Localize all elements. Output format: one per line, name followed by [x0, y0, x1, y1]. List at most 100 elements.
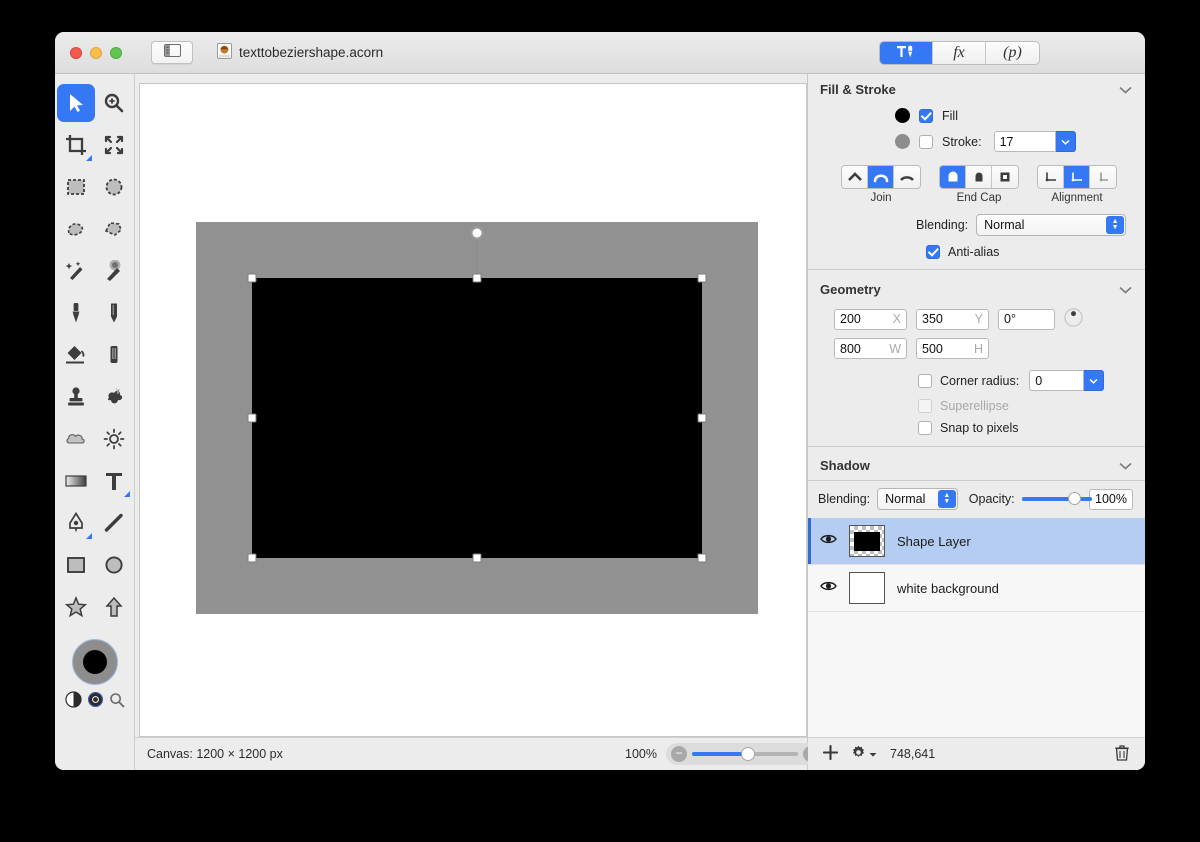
selection-handle-bottom-right[interactable]	[697, 553, 707, 563]
palette-inspector-segment[interactable]: (p)	[986, 42, 1039, 64]
butt-cap-icon[interactable]	[966, 166, 992, 188]
rectangle-tool[interactable]	[57, 546, 95, 584]
fill-color-swatch[interactable]	[895, 108, 910, 123]
fill-checkbox[interactable]	[919, 108, 933, 123]
zoom-slider-track[interactable]	[691, 747, 798, 761]
star-tool[interactable]	[57, 588, 95, 626]
pencil-tool[interactable]	[95, 294, 133, 332]
geometry-w-input[interactable]: 800 W	[834, 338, 907, 359]
ellipse-tool[interactable]	[95, 546, 133, 584]
shadow-opacity-knob[interactable]	[1068, 492, 1082, 505]
bezier-pen-tool[interactable]	[57, 504, 95, 542]
antialias-checkbox[interactable]	[926, 245, 940, 259]
crop-tool[interactable]	[57, 126, 95, 164]
clone-stamp-tool[interactable]	[57, 378, 95, 416]
fill-color-swatch[interactable]	[82, 650, 107, 674]
chevron-down-small-icon[interactable]	[869, 747, 877, 761]
paint-bucket-tool[interactable]	[57, 336, 95, 374]
geometry-rotation-input[interactable]: 0°	[998, 308, 1055, 330]
selection-handle-middle-left[interactable]	[247, 413, 257, 423]
end-cap-button-group[interactable]	[939, 165, 1019, 189]
selection-handle-top-right[interactable]	[697, 273, 707, 283]
selection-handle-top-center[interactable]	[472, 273, 482, 283]
stroke-width-stepper[interactable]	[1055, 131, 1076, 152]
smudge-tool[interactable]	[95, 378, 133, 416]
corner-radius-checkbox[interactable]	[918, 373, 932, 388]
rotation-handle[interactable]	[470, 226, 484, 240]
stroke-checkbox[interactable]	[919, 134, 933, 149]
polygon-lasso-tool[interactable]	[95, 210, 133, 248]
gear-menu-icon[interactable]	[851, 745, 866, 763]
geometry-x-input[interactable]: 200 X	[834, 308, 907, 330]
text-tool[interactable]	[95, 462, 133, 500]
shadow-blending-popup[interactable]: Normal ▲ ▼	[877, 488, 958, 510]
align-outer-icon[interactable]	[1090, 166, 1116, 188]
selection-handle-bottom-center[interactable]	[472, 553, 482, 563]
line-tool[interactable]	[95, 504, 133, 542]
selection-handle-bottom-left[interactable]	[247, 553, 257, 563]
round-join-icon[interactable]	[868, 166, 894, 188]
chevron-down-icon[interactable]	[1119, 458, 1132, 473]
burn-tool[interactable]	[95, 420, 133, 458]
eye-icon[interactable]	[820, 532, 837, 550]
corner-radius-stepper[interactable]	[1084, 370, 1105, 391]
fill-blending-popup[interactable]: Normal ▲ ▼	[976, 214, 1127, 236]
reset-colors-icon[interactable]	[87, 691, 103, 712]
popup-arrows-icon[interactable]: ▲ ▼	[1106, 216, 1125, 234]
bevel-join-icon[interactable]	[894, 166, 920, 188]
move-tool[interactable]	[56, 84, 95, 122]
artboard[interactable]	[196, 222, 758, 614]
close-button[interactable]	[70, 46, 82, 59]
snap-to-pixels-checkbox[interactable]	[918, 421, 932, 435]
filters-inspector-segment[interactable]: fx	[933, 42, 986, 64]
inspector-segmented-control[interactable]: fx (p)	[879, 41, 1040, 65]
brush-tool[interactable]	[57, 294, 95, 332]
fill-stroke-section-header[interactable]: Fill & Stroke	[808, 74, 1145, 104]
shadow-section-header[interactable]: Shadow	[808, 450, 1145, 480]
alignment-button-group[interactable]	[1037, 165, 1117, 189]
join-button-group[interactable]	[841, 165, 921, 189]
stroke-width-input[interactable]: 17	[993, 131, 1056, 152]
zoom-slider[interactable]: − +	[665, 743, 824, 765]
sidebar-toggle-button[interactable]	[151, 41, 193, 64]
miter-join-icon[interactable]	[842, 166, 868, 188]
delete-layer-icon[interactable]	[1115, 744, 1129, 764]
rect-select-tool[interactable]	[57, 168, 95, 206]
transform-tool[interactable]	[95, 126, 133, 164]
eraser-tool[interactable]	[95, 336, 133, 374]
geometry-y-input[interactable]: 350 Y	[916, 308, 989, 330]
instant-alpha-tool[interactable]	[95, 252, 133, 290]
chevron-down-icon[interactable]	[1119, 82, 1132, 97]
shape-layer-rectangle[interactable]	[252, 278, 702, 558]
square-cap-icon[interactable]	[992, 166, 1018, 188]
color-loupe-icon[interactable]	[109, 692, 125, 713]
zoom-slider-knob[interactable]	[740, 747, 755, 761]
lasso-tool[interactable]	[57, 210, 95, 248]
zoom-out-icon[interactable]: −	[670, 746, 687, 762]
ellipse-select-tool[interactable]	[95, 168, 133, 206]
shadow-opacity-slider[interactable]	[1021, 492, 1092, 505]
magic-wand-tool[interactable]	[57, 252, 95, 290]
geometry-h-input[interactable]: 500 H	[916, 338, 989, 359]
chevron-down-icon[interactable]	[1119, 282, 1132, 297]
shadow-opacity-input[interactable]: 100%	[1089, 488, 1133, 510]
geometry-section-header[interactable]: Geometry	[808, 274, 1145, 304]
add-layer-icon[interactable]	[822, 744, 839, 763]
arrow-tool[interactable]	[95, 588, 133, 626]
corner-radius-input[interactable]: 0	[1029, 370, 1085, 391]
selection-handle-middle-right[interactable]	[697, 413, 707, 423]
popup-arrows-icon[interactable]: ▲ ▼	[937, 490, 956, 508]
foreground-background-color-well[interactable]	[71, 639, 118, 685]
selection-handle-top-left[interactable]	[247, 273, 257, 283]
rotation-dial-icon[interactable]	[1064, 308, 1083, 330]
tools-inspector-segment[interactable]	[880, 42, 933, 64]
gradient-tool[interactable]	[57, 462, 95, 500]
layer-row-shape-layer[interactable]: Shape Layer	[808, 518, 1145, 565]
layer-actions-menu[interactable]	[851, 745, 877, 763]
align-center-icon[interactable]	[1064, 166, 1090, 188]
minimize-button[interactable]	[90, 46, 102, 59]
layer-row-white-background[interactable]: white background	[808, 565, 1145, 612]
canvas-area[interactable]	[139, 83, 807, 737]
swap-colors-icon[interactable]	[64, 691, 82, 713]
align-inner-icon[interactable]	[1038, 166, 1064, 188]
